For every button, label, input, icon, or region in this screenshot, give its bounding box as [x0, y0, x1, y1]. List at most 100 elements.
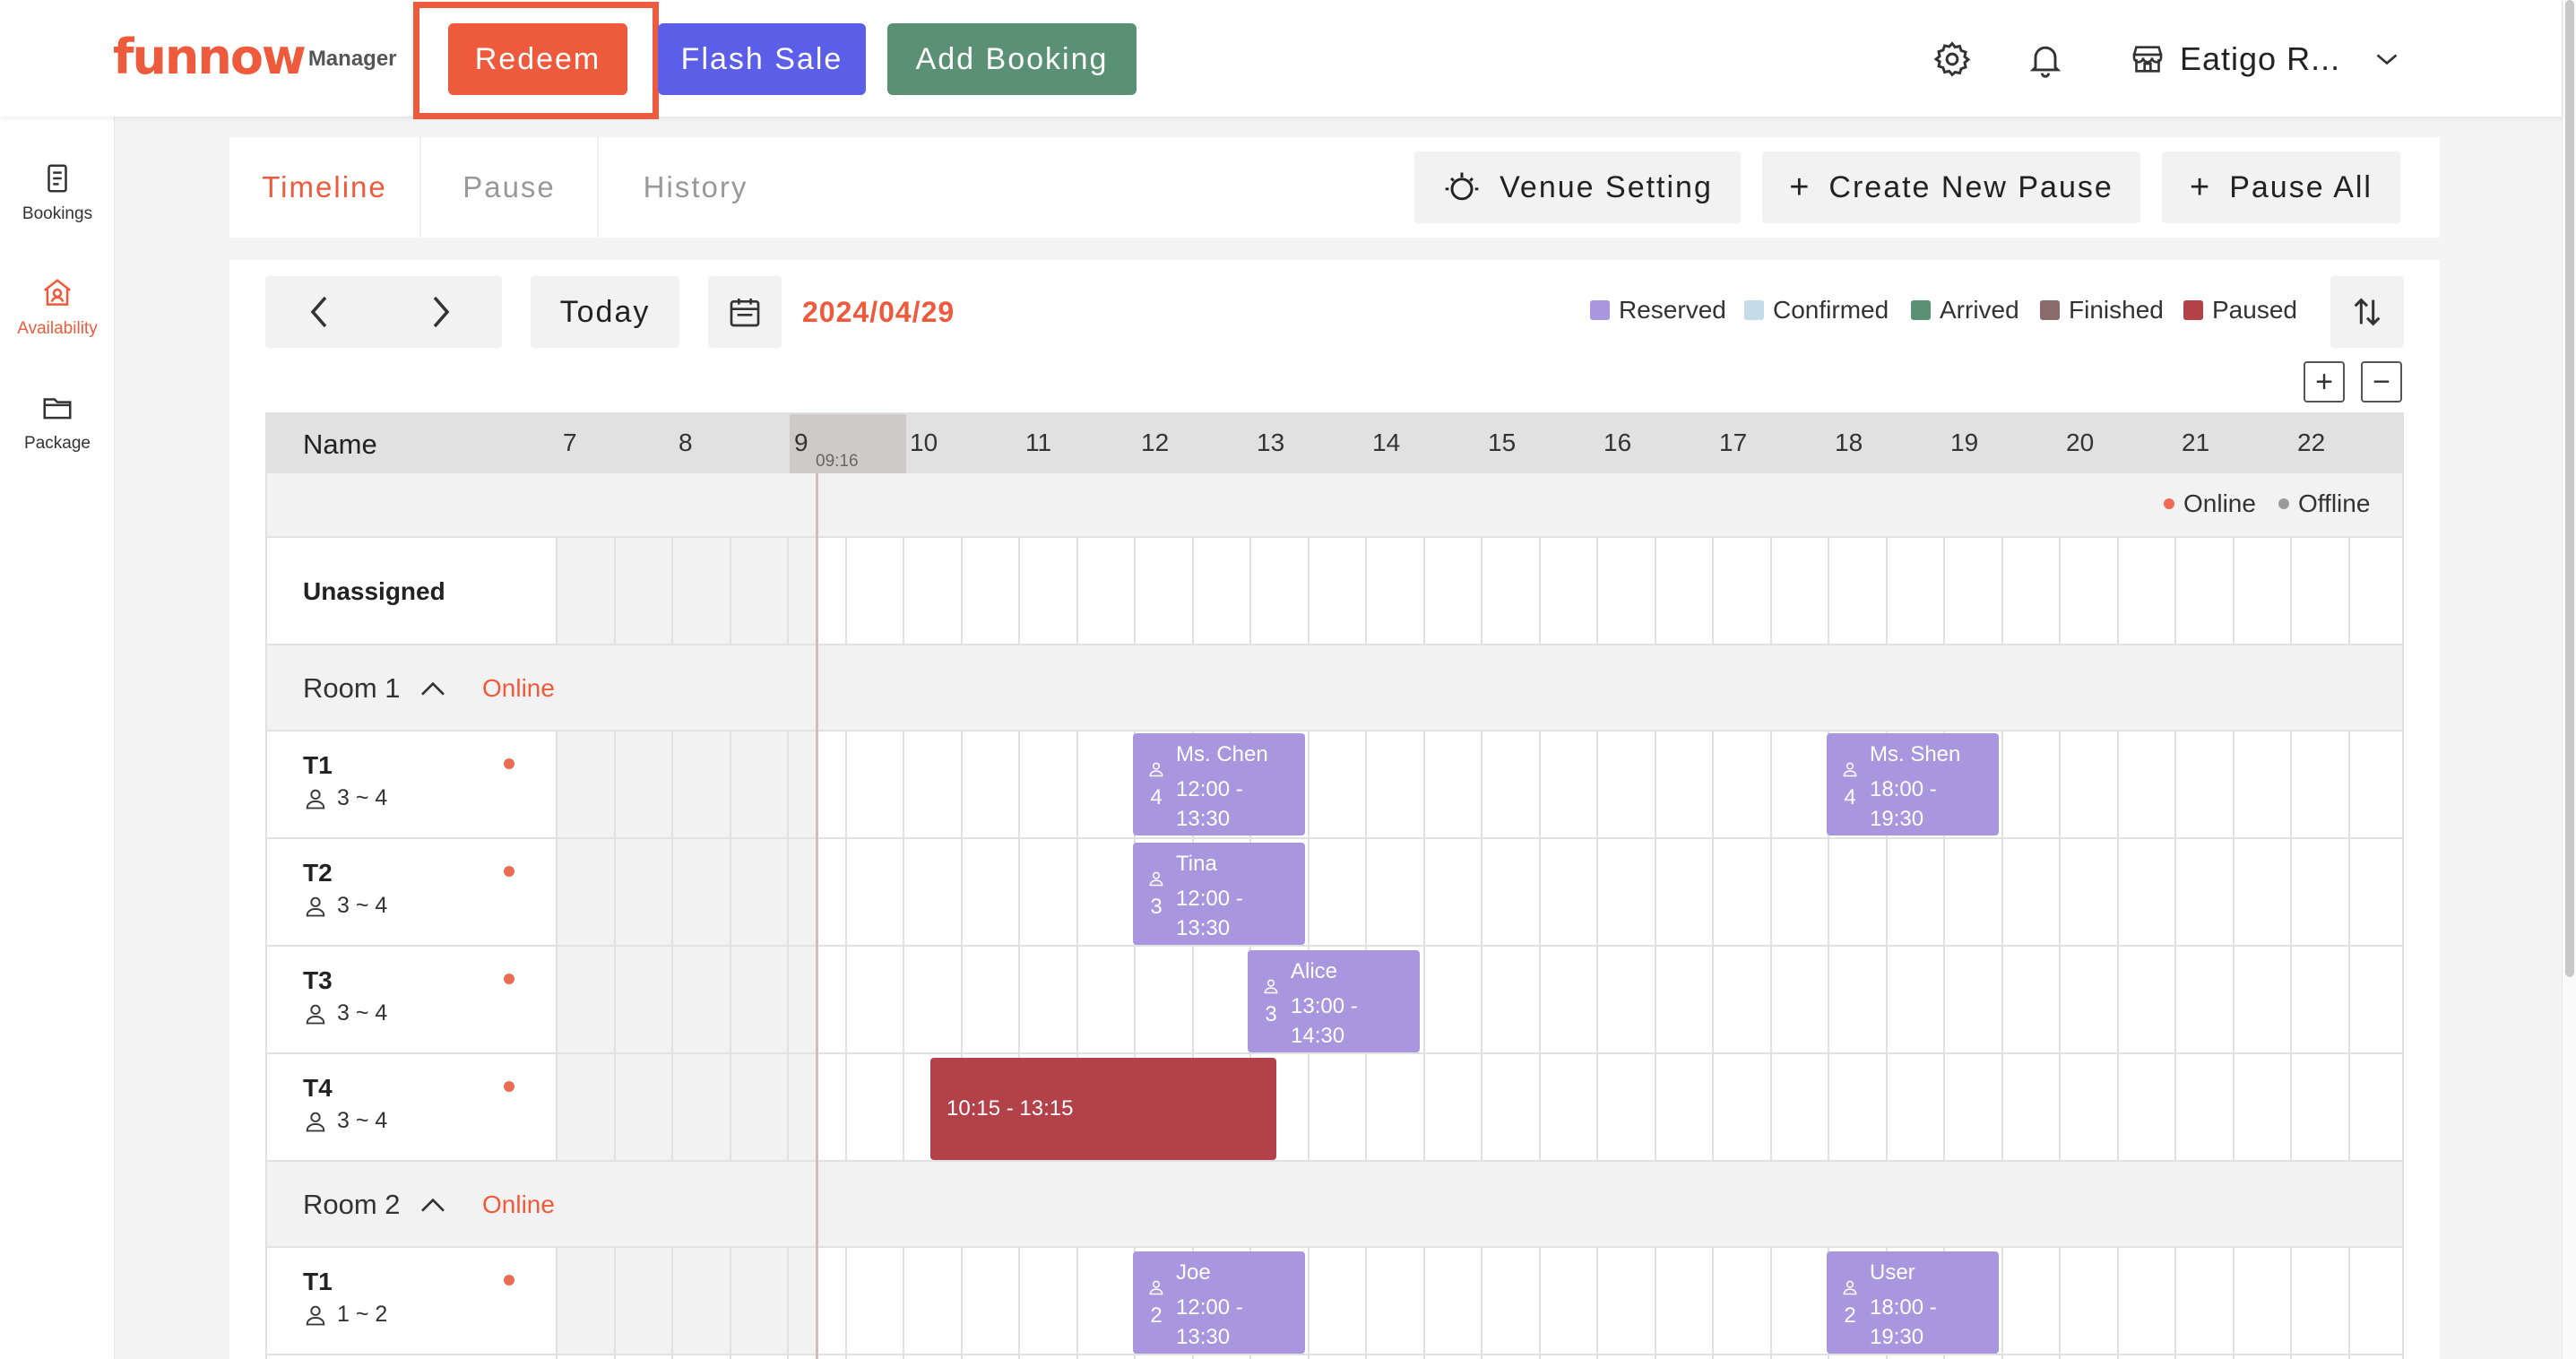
grid-line — [2059, 1248, 2061, 1359]
booking-block[interactable]: 3 Tina 12:00 - 13:30 — [1133, 843, 1305, 945]
booking-party: 3 — [1147, 870, 1165, 920]
booking-end: 13:30 — [1176, 1325, 1231, 1349]
grid-line — [1249, 538, 1251, 645]
sort-button[interactable] — [2330, 276, 2404, 348]
booking-block[interactable]: 3 Alice 13:00 - 14:30 — [1248, 950, 1420, 1052]
table-row[interactable]: T1 1 ~ 2 — [267, 1248, 2402, 1355]
grid-line — [2059, 731, 2061, 1162]
grid-line — [1423, 538, 1425, 645]
grid-line — [961, 538, 963, 645]
grid-line — [1308, 538, 1310, 645]
unassigned-row[interactable]: Unassigned — [267, 538, 2402, 645]
tab-history[interactable]: History — [599, 137, 792, 238]
grid-line — [1712, 1248, 1714, 1359]
current-time-line — [816, 473, 818, 1359]
chevron-up-icon[interactable] — [419, 680, 447, 697]
tab-timeline[interactable]: Timeline — [229, 137, 419, 238]
booking-start: 18:00 - — [1870, 777, 1937, 801]
online-status-dot — [504, 1081, 514, 1092]
online-legend: Online — [2164, 489, 2256, 518]
page-scrollbar[interactable] — [2562, 0, 2576, 1359]
grid-line — [2001, 731, 2003, 1162]
person-icon — [306, 789, 325, 809]
zoom-in-button[interactable]: + — [2304, 361, 2345, 403]
room-row[interactable]: Room 1 Online — [267, 645, 2402, 731]
grid-line — [614, 538, 616, 645]
create-new-pause-button[interactable]: + Create New Pause — [1762, 151, 2140, 223]
sidebar-item-package[interactable]: Package — [0, 391, 115, 454]
finished-swatch — [2040, 300, 2060, 320]
booking-block[interactable]: 4 Ms. Chen 12:00 - 13:30 — [1133, 733, 1305, 835]
online-status-dot — [504, 866, 514, 877]
grid-line — [1712, 731, 1714, 1162]
person-icon — [1843, 762, 1857, 777]
chevron-up-icon[interactable] — [419, 1196, 447, 1214]
grid-line — [1539, 538, 1541, 645]
legend-paused: Paused — [2183, 296, 2297, 325]
bell-icon[interactable] — [2026, 39, 2065, 79]
gear-icon[interactable] — [1932, 39, 1972, 79]
redeem-button[interactable]: Redeem — [448, 23, 627, 95]
grid-line — [1018, 1248, 1020, 1359]
grid-line — [1481, 731, 1482, 1162]
party-size: 2 — [1150, 1303, 1163, 1328]
booking-end: 19:30 — [1870, 807, 1924, 831]
venue-selector[interactable]: Eatigo R... — [2130, 32, 2403, 86]
calendar-button[interactable] — [708, 276, 782, 348]
add-booking-button[interactable]: Add Booking — [887, 23, 1137, 95]
sidebar-item-bookings[interactable]: Bookings — [0, 161, 115, 224]
pause-block[interactable]: 10:15 - 13:15 — [930, 1058, 1276, 1160]
hour-label: 22 — [2297, 428, 2326, 456]
date-nav-group — [265, 276, 502, 348]
room-row[interactable]: Room 2 Online — [267, 1162, 2402, 1248]
booking-block[interactable]: 2 Joe 12:00 - 13:30 — [1133, 1251, 1305, 1354]
zoom-out-button[interactable]: − — [2361, 361, 2402, 403]
flash-sale-button[interactable]: Flash Sale — [658, 23, 866, 95]
grid-line — [2290, 538, 2292, 645]
booking-end: 13:30 — [1176, 916, 1231, 940]
grid-line — [2117, 1248, 2119, 1359]
online-label: Online — [2183, 489, 2256, 517]
tab-pause[interactable]: Pause — [421, 137, 597, 238]
grid-line — [1712, 538, 1714, 645]
grid-line — [614, 731, 616, 1162]
hour-label: 19 — [1950, 428, 1979, 456]
grid-line — [1365, 1248, 1367, 1359]
pause-all-button[interactable]: + Pause All — [2162, 151, 2400, 223]
grid-line — [1943, 538, 1945, 645]
grid-line — [1365, 538, 1367, 645]
booking-block[interactable]: 2 User 18:00 - 19:30 — [1827, 1251, 1999, 1354]
grid-line — [2348, 731, 2350, 1162]
table-row[interactable]: T1 3 ~ 4 — [267, 731, 2402, 839]
grid-line — [2174, 1248, 2176, 1359]
grid-line — [614, 1248, 616, 1359]
scrollbar-thumb[interactable] — [2565, 0, 2574, 977]
chevron-right-icon[interactable] — [427, 294, 454, 330]
grid-line — [1018, 538, 1020, 645]
table-row[interactable]: T2 3 ~ 4 — [267, 839, 2402, 947]
hour-label: 14 — [1372, 428, 1401, 456]
booking-block[interactable]: 4 Ms. Shen 18:00 - 19:30 — [1827, 733, 1999, 835]
online-dot — [2164, 498, 2174, 509]
today-button[interactable]: Today — [531, 276, 679, 348]
grid-line — [671, 538, 673, 645]
grid-line — [1308, 1248, 1310, 1359]
booking-party: 4 — [1147, 760, 1165, 810]
venue-setting-button[interactable]: Venue Setting — [1414, 151, 1741, 223]
chevron-left-icon[interactable] — [307, 294, 333, 330]
table-row[interactable]: T4 3 ~ 4 — [267, 1054, 2402, 1162]
grid-line — [1539, 731, 1541, 1162]
logo-subtitle: Manager — [307, 47, 397, 71]
grid-line — [2233, 731, 2235, 1162]
pause-all-label: Pause All — [2229, 169, 2373, 204]
grid-line — [845, 731, 847, 1162]
grid-line — [787, 731, 789, 1162]
booking-end: 14:30 — [1291, 1024, 1345, 1048]
booking-time: 12:00 - 13:30 — [1176, 884, 1243, 943]
grid-line — [2001, 538, 2003, 645]
grid-line — [1481, 538, 1482, 645]
sidebar-item-availability[interactable]: Availability — [0, 276, 115, 339]
grid-line — [730, 1248, 731, 1359]
funnow-logo[interactable]: funnow Manager — [113, 32, 397, 82]
room-label: Room 1 — [303, 672, 401, 704]
